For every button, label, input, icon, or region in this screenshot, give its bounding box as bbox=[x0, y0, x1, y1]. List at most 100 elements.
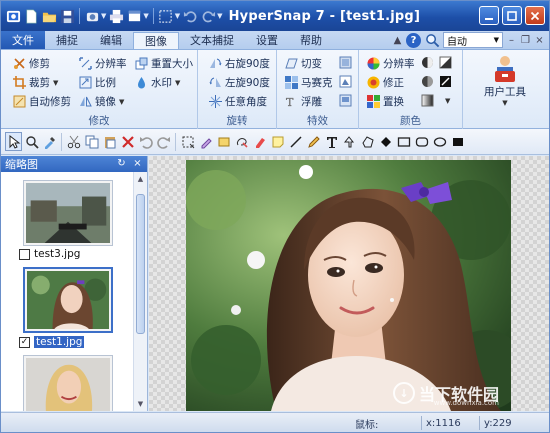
resolution-button[interactable]: 分辨率 bbox=[79, 56, 127, 71]
emboss-button[interactable]: T 浮雕 bbox=[285, 94, 322, 109]
grayscale-button[interactable] bbox=[421, 75, 434, 88]
shear-button[interactable]: 切变 bbox=[285, 56, 322, 71]
rectangle-tool[interactable] bbox=[395, 132, 412, 151]
tab-edit[interactable]: 编辑 bbox=[89, 31, 133, 49]
trim-button[interactable]: 修剪 bbox=[13, 56, 50, 71]
line-tool[interactable] bbox=[287, 132, 304, 151]
chevron-up-icon[interactable]: ▲ bbox=[392, 35, 403, 46]
main-image[interactable]: ↓ 当下软件园 www.downxia.com bbox=[186, 160, 511, 411]
rotate-right-button[interactable]: 右旋90度 bbox=[209, 56, 270, 71]
close-button[interactable] bbox=[525, 6, 545, 25]
panel-close-icon[interactable]: × bbox=[131, 157, 144, 170]
brightness-button[interactable] bbox=[421, 56, 434, 69]
search-icon[interactable] bbox=[424, 32, 440, 48]
scroll-up-icon[interactable]: ▲ bbox=[134, 172, 147, 186]
redo-icon[interactable] bbox=[200, 8, 216, 24]
note-tool[interactable] bbox=[269, 132, 286, 151]
tab-image[interactable]: 图像 bbox=[133, 32, 179, 49]
fill-tool[interactable] bbox=[377, 132, 394, 151]
rounded-rect-tool[interactable] bbox=[413, 132, 430, 151]
open-folder-icon[interactable] bbox=[41, 8, 57, 24]
undo-tool[interactable] bbox=[137, 132, 154, 151]
thumbnail-test3[interactable] bbox=[23, 180, 113, 246]
filled-shape-icon bbox=[380, 136, 391, 147]
tab-text-capture[interactable]: 文本捕捉 bbox=[179, 31, 245, 49]
user-tools-button[interactable]: 用户工具 ▼ bbox=[473, 54, 537, 107]
auto-trim-button[interactable]: 自动修剪 bbox=[13, 94, 71, 109]
effect-1-button[interactable] bbox=[339, 56, 352, 69]
thumbnail-test1[interactable] bbox=[23, 267, 113, 333]
mirror-button[interactable]: 镜像 ▼ bbox=[79, 94, 124, 109]
select-arrow-tool[interactable] bbox=[5, 132, 22, 151]
redo-tool[interactable] bbox=[155, 132, 172, 151]
resize-button[interactable]: 重置大小 bbox=[135, 56, 193, 71]
effect-2-button[interactable] bbox=[339, 75, 352, 88]
scale-button[interactable]: 比例 bbox=[79, 75, 116, 90]
window-dropdown-icon[interactable]: ▼ bbox=[143, 12, 148, 20]
marker-tool[interactable] bbox=[251, 132, 268, 151]
shape-tool[interactable] bbox=[449, 132, 466, 151]
zoom-tool[interactable] bbox=[23, 132, 40, 151]
scroll-down-icon[interactable]: ▼ bbox=[134, 397, 147, 411]
mdi-close-icon[interactable]: × bbox=[534, 35, 545, 46]
text-tool[interactable] bbox=[323, 132, 340, 151]
thumbnail-checkbox-checked[interactable]: ✓ bbox=[19, 336, 30, 348]
ellipse-tool[interactable] bbox=[431, 132, 448, 151]
polygon-tool[interactable] bbox=[359, 132, 376, 151]
highlight-tool[interactable] bbox=[197, 132, 214, 151]
rect-select-icon bbox=[182, 136, 194, 148]
print-icon[interactable] bbox=[108, 8, 124, 24]
thumbnail-third[interactable] bbox=[23, 355, 113, 411]
customize-dropdown-icon[interactable]: ▼ bbox=[217, 12, 222, 20]
maximize-button[interactable] bbox=[502, 6, 522, 25]
arbitrary-rotate-button[interactable]: 任意角度 bbox=[209, 94, 267, 109]
color-replace-button[interactable]: 置换 bbox=[367, 94, 404, 109]
effect-3-button[interactable] bbox=[339, 94, 352, 107]
image-canvas[interactable]: ↓ 当下软件园 www.downxia.com bbox=[149, 156, 549, 411]
delete-tool[interactable] bbox=[119, 132, 136, 151]
refresh-icon[interactable]: ↻ bbox=[115, 157, 128, 170]
color-correct-button[interactable]: 修正 bbox=[367, 75, 404, 90]
paste-tool[interactable] bbox=[101, 132, 118, 151]
rect-select-tool[interactable] bbox=[179, 132, 196, 151]
callout-tool[interactable] bbox=[341, 132, 358, 151]
contrast-button[interactable] bbox=[439, 56, 452, 69]
tab-settings[interactable]: 设置 bbox=[245, 31, 289, 49]
new-icon[interactable] bbox=[23, 8, 39, 24]
rotate-left-button[interactable]: 左旋90度 bbox=[209, 75, 270, 90]
color-picker-tool[interactable] bbox=[41, 132, 58, 151]
tab-capture[interactable]: 捕捉 bbox=[45, 31, 89, 49]
save-icon[interactable] bbox=[59, 8, 75, 24]
stamp-tool[interactable] bbox=[215, 132, 232, 151]
region-dropdown-icon[interactable]: ▼ bbox=[175, 12, 180, 20]
region-icon[interactable] bbox=[158, 8, 174, 24]
rotate-left-label: 左旋90度 bbox=[225, 77, 270, 89]
copy-tool[interactable] bbox=[83, 132, 100, 151]
cut-tool[interactable] bbox=[65, 132, 82, 151]
file-menu-button[interactable]: 文件 bbox=[1, 31, 45, 49]
app-icon[interactable] bbox=[5, 8, 21, 24]
zoom-select[interactable]: 自动 ▼ bbox=[443, 32, 503, 48]
freehand-tool[interactable] bbox=[233, 132, 250, 151]
undo-icon[interactable] bbox=[182, 8, 198, 24]
mosaic-button[interactable]: 马赛克 bbox=[285, 75, 333, 90]
group-color: 分辨率 修正 置换 ▼ 颜色 bbox=[359, 50, 463, 129]
crop-button[interactable]: 裁剪 ▼ bbox=[13, 75, 58, 90]
mdi-restore-icon[interactable]: ❐ bbox=[520, 35, 531, 46]
color-resolution-button[interactable]: 分辨率 bbox=[367, 56, 415, 71]
capture-dropdown-icon[interactable]: ▼ bbox=[101, 12, 106, 20]
window-icon[interactable] bbox=[126, 8, 142, 24]
watermark-button[interactable]: 水印 ▼ bbox=[135, 75, 180, 90]
negative-button[interactable] bbox=[439, 75, 452, 88]
tab-help[interactable]: 帮助 bbox=[289, 31, 333, 49]
minimize-button[interactable] bbox=[479, 6, 499, 25]
arbitrary-rotate-icon bbox=[209, 95, 222, 108]
gradient-button[interactable]: ▼ bbox=[421, 94, 450, 107]
thumbnail-scrollbar[interactable]: ▲ ▼ bbox=[133, 172, 147, 411]
help-icon[interactable]: ? bbox=[406, 32, 421, 48]
capture-icon[interactable] bbox=[84, 8, 100, 24]
pen-tool[interactable] bbox=[305, 132, 322, 151]
scrollbar-thumb[interactable] bbox=[136, 194, 145, 334]
mdi-minimize-icon[interactable]: – bbox=[506, 35, 517, 46]
thumbnail-checkbox[interactable] bbox=[19, 248, 30, 260]
